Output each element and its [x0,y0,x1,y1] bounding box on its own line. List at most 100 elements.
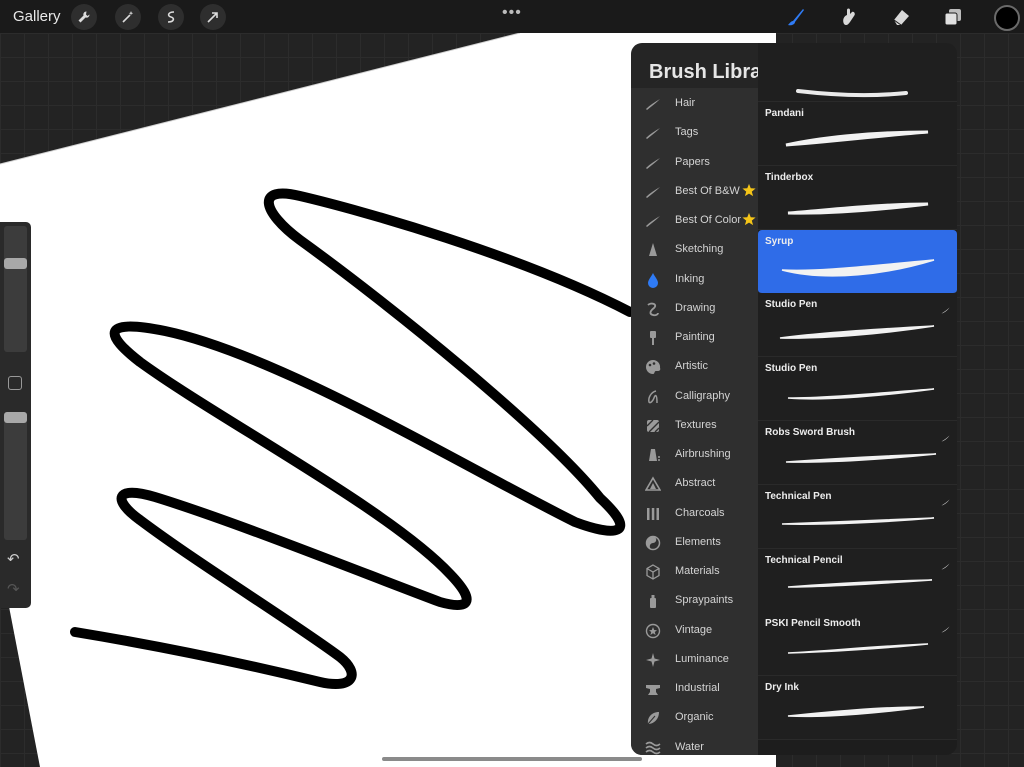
modify-button[interactable] [8,376,22,390]
star-icon [742,183,756,202]
star-icon [742,212,756,231]
brush-stroke-icon [645,184,661,200]
category-label: Abstract [675,477,716,490]
brush-stroke-icon [645,155,661,171]
category-item[interactable]: Elements [631,528,758,557]
transform-arrow-icon[interactable] [200,4,226,30]
category-item[interactable]: Painting [631,323,758,352]
brush-stroke-preview [787,202,929,215]
leaf-icon [645,710,661,726]
category-item[interactable]: Hair [631,89,758,118]
category-label: Materials [675,565,720,577]
category-item[interactable]: Inking [631,265,758,294]
category-item[interactable]: Spraypaints [631,586,758,615]
top-toolbar: Gallery ••• [0,0,1024,33]
wrench-icon[interactable] [71,4,97,30]
brush-stroke-preview [787,706,925,718]
category-label: Calligraphy [675,389,731,402]
category-item[interactable]: Best Of B&W [631,177,758,206]
category-label: Sketching [675,243,724,256]
category-label: Textures [675,418,717,431]
brush-item[interactable]: Studio Pen [758,357,957,422]
category-item[interactable]: Sketching [631,235,758,264]
undo-icon[interactable]: ↶ [7,550,20,568]
brush-item[interactable]: Technical Pencil [758,548,957,613]
paint-brush-icon [645,330,661,346]
brush-item[interactable]: Syrup [758,229,957,294]
color-picker-button[interactable] [994,5,1020,31]
brush-item[interactable]: PSKI Pencil Smooth [758,612,957,677]
calligraphy-icon [645,389,661,405]
brush-item[interactable]: Pandani [758,102,957,166]
brush-stroke-preview [779,325,935,340]
yin-yang-icon [645,535,661,551]
slider-thumb[interactable] [4,412,27,423]
spray-can-icon [645,593,661,609]
category-label: Elements [675,535,721,548]
category-list: Hair Tags Papers Best Of B&W Best Of Color Sk… [631,88,758,755]
brush-item[interactable]: Studio Pen [758,293,957,358]
magic-wand-icon[interactable] [115,4,141,30]
category-item[interactable]: Industrial [631,674,758,703]
category-label: Organic [675,711,714,724]
brush-item[interactable]: Technical Pen [758,484,957,549]
category-item[interactable]: Vintage [631,616,758,645]
category-item[interactable]: Abstract [631,469,758,498]
imported-brush-icon [941,493,950,511]
opacity-slider[interactable] [4,412,27,540]
brush-stroke-icon [645,213,661,229]
triangle-icon [645,476,661,492]
charcoal-icon [645,506,661,522]
imported-brush-icon [941,429,950,447]
brush-item[interactable]: Dry Ink [758,676,957,741]
more-options-button[interactable]: ••• [502,4,522,22]
brush-item[interactable] [758,43,957,102]
layers-icon[interactable] [940,4,966,30]
smudge-icon[interactable] [836,4,862,30]
cube-icon [645,564,661,580]
category-item[interactable]: Charcoals [631,499,758,528]
category-label: Industrial [675,682,720,694]
brush-item[interactable]: Robs Sword Brush [758,421,957,485]
airbrush-icon [645,447,661,463]
category-item[interactable]: Materials [631,557,758,586]
slider-thumb[interactable] [4,258,27,269]
brush-stroke-preview [785,130,929,147]
sparkle-icon [645,652,661,668]
category-item[interactable]: Water [631,733,758,756]
ink-drop-icon [645,272,661,288]
imported-brush-icon [941,620,950,638]
brush-size-slider[interactable] [4,226,27,352]
selection-icon[interactable] [158,4,184,30]
category-item[interactable]: Textures [631,411,758,440]
gallery-button[interactable]: Gallery [13,8,61,25]
brush-stroke-preview [787,578,933,588]
category-item[interactable]: Calligraphy [631,382,758,411]
eraser-icon[interactable] [888,4,914,30]
brush-item[interactable]: Tinderbox [758,165,957,230]
category-label: Inking [675,272,705,285]
category-label: Vintage [675,623,713,636]
category-label: Airbrushing [675,448,731,460]
palette-icon [645,359,661,375]
redo-icon[interactable]: ↷ [7,580,20,598]
left-sidebar: ↶ ↷ [0,222,31,608]
texture-icon [645,418,661,434]
category-item[interactable]: Tags [631,118,758,147]
category-item[interactable]: Luminance [631,645,758,674]
pencil-tip-icon [645,242,661,258]
category-label: Drawing [675,301,716,314]
category-item[interactable]: Artistic [631,352,758,381]
brush-icon[interactable] [783,4,809,30]
brush-stroke-preview [781,517,935,525]
category-item[interactable]: Drawing [631,294,758,323]
category-label: Painting [675,331,715,343]
category-label: Artistic [675,360,708,373]
category-item[interactable]: Papers [631,148,758,177]
imported-brush-icon [941,557,950,575]
category-item[interactable]: Best Of Color [631,206,758,235]
category-label: Spraypaints [675,594,734,607]
category-item[interactable]: Organic [631,703,758,732]
category-item[interactable]: Airbrushing [631,440,758,469]
brush-library-panel: Brush Library + HairTagsPapersBest Of B&… [631,43,957,755]
